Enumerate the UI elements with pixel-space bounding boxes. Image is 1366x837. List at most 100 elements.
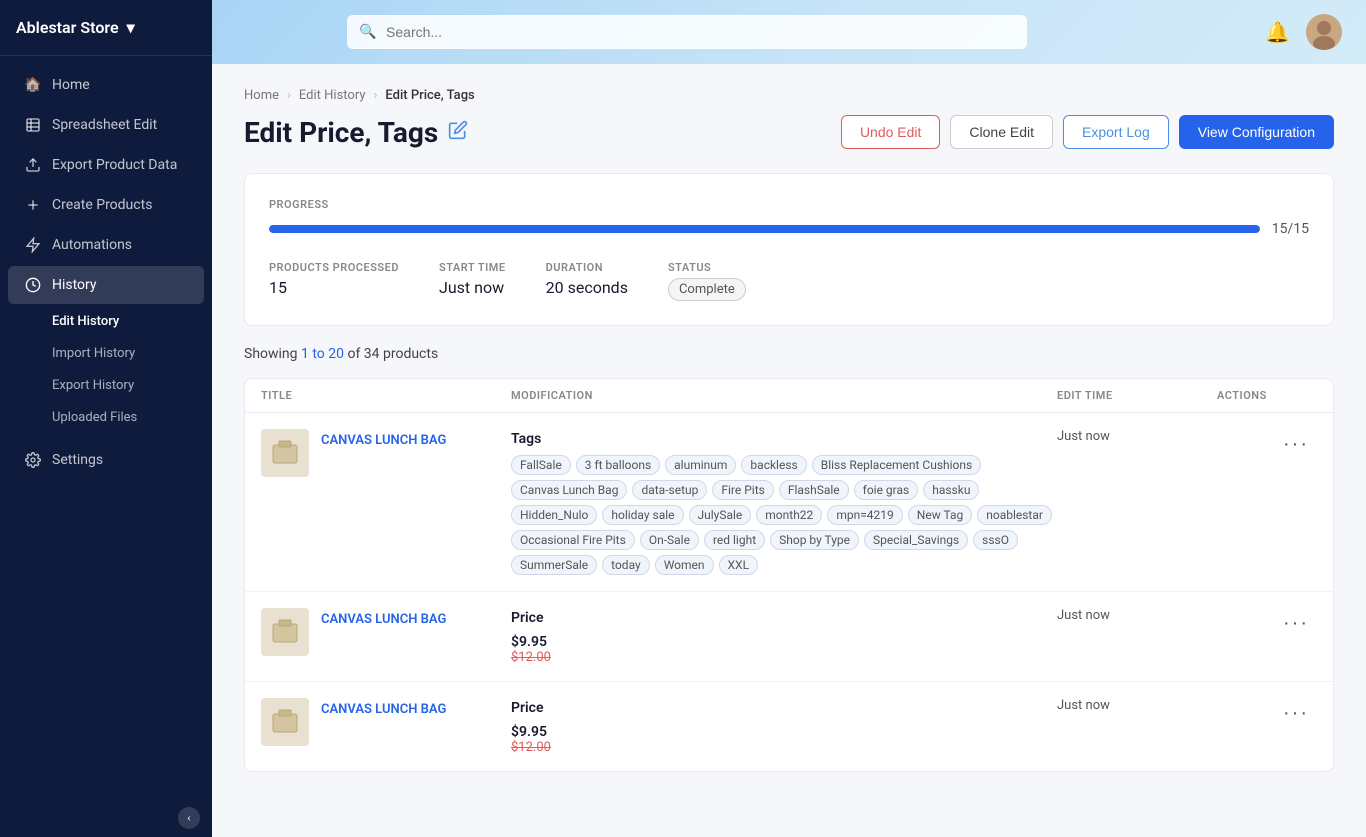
row-actions-button-2[interactable]: ···	[1275, 608, 1317, 639]
tag: Shop by Type	[770, 530, 859, 550]
search-input[interactable]	[347, 15, 1027, 49]
col-modification: MODIFICATION	[511, 389, 1057, 402]
home-icon: 🏠	[24, 76, 42, 94]
mod-section-2: Price $9.95 $12.00	[511, 608, 1057, 665]
stat-duration: DURATION 20 seconds	[546, 261, 628, 301]
breadcrumb-home[interactable]: Home	[244, 88, 279, 103]
brand-chevron: ▾	[127, 18, 135, 37]
product-cell-1: CANVAS LUNCH BAG	[261, 429, 511, 477]
page-header: Edit Price, Tags Undo Edit Clone Edit Ex…	[244, 115, 1334, 149]
sidebar-item-label-export: Export Product Data	[52, 157, 177, 173]
brand[interactable]: Ablestar Store ▾	[0, 0, 212, 56]
tag: backless	[741, 455, 806, 475]
export-log-button[interactable]: Export Log	[1063, 115, 1169, 149]
sidebar-nav: 🏠 Home Spreadsheet Edit Export Product D…	[0, 56, 212, 799]
sidebar-item-label-spreadsheet: Spreadsheet Edit	[52, 117, 157, 133]
product-image-1	[261, 429, 309, 477]
edit-pencil-icon[interactable]	[448, 120, 468, 145]
mod-section-3: Price $9.95 $12.00	[511, 698, 1057, 755]
clone-edit-button[interactable]: Clone Edit	[950, 115, 1053, 149]
tag: Special_Savings	[864, 530, 968, 550]
stat-status: STATUS Complete	[668, 261, 746, 301]
sidebar-sub-item-export-history[interactable]: Export History	[8, 370, 204, 401]
row-actions-button-3[interactable]: ···	[1275, 698, 1317, 729]
product-name-1[interactable]: CANVAS LUNCH BAG	[321, 433, 446, 448]
price-new-2: $9.95	[511, 634, 1057, 650]
sidebar-sub-item-import-history[interactable]: Import History	[8, 338, 204, 369]
automations-icon	[24, 236, 42, 254]
tag: XXL	[719, 555, 759, 575]
progress-card: PROGRESS 15/15 PRODUCTS PROCESSED 15 STA…	[244, 173, 1334, 326]
tag: Canvas Lunch Bag	[511, 480, 627, 500]
tag: Bliss Replacement Cushions	[812, 455, 982, 475]
tag: On-Sale	[640, 530, 699, 550]
sidebar-item-settings[interactable]: Settings	[8, 441, 204, 479]
create-icon	[24, 196, 42, 214]
content: Home › Edit History › Edit Price, Tags E…	[212, 64, 1366, 837]
tag: Hidden_Nulo	[511, 505, 597, 525]
sidebar-sub-item-uploaded-files[interactable]: Uploaded Files	[8, 402, 204, 433]
undo-edit-button[interactable]: Undo Edit	[841, 115, 940, 149]
tags-wrap-1: FallSale3 ft balloonsaluminumbacklessBli…	[511, 455, 1057, 575]
showing-range[interactable]: 1 to 20	[301, 346, 344, 362]
edit-time-3: Just now	[1057, 698, 1217, 713]
product-name-3[interactable]: CANVAS LUNCH BAG	[321, 702, 446, 717]
tag: New Tag	[908, 505, 972, 525]
search-bar: 🔍	[347, 15, 1027, 49]
breadcrumb-sep-1: ›	[287, 88, 291, 103]
sidebar-item-home[interactable]: 🏠 Home	[8, 66, 204, 104]
sidebar-item-label-settings: Settings	[52, 452, 103, 468]
sidebar-item-spreadsheet-edit[interactable]: Spreadsheet Edit	[8, 106, 204, 144]
tag: red light	[704, 530, 765, 550]
tag: JulySale	[689, 505, 752, 525]
sidebar-item-label-home: Home	[52, 77, 90, 93]
tag: Fire Pits	[712, 480, 773, 500]
sidebar-item-label-create: Create Products	[52, 197, 152, 213]
row-actions-button-1[interactable]: ···	[1275, 429, 1317, 460]
sidebar-item-label-history: History	[52, 277, 97, 293]
product-cell-2: CANVAS LUNCH BAG	[261, 608, 511, 656]
sidebar-item-create-products[interactable]: Create Products	[8, 186, 204, 224]
price-old-2: $12.00	[511, 650, 1057, 665]
header-actions: Undo Edit Clone Edit Export Log View Con…	[841, 115, 1334, 149]
history-icon	[24, 276, 42, 294]
table-row: CANVAS LUNCH BAG Tags FallSale3 ft ballo…	[245, 413, 1333, 592]
tag: noablestar	[977, 505, 1052, 525]
sidebar-collapse-area: ‹	[0, 799, 212, 837]
edit-time-1: Just now	[1057, 429, 1217, 444]
table-row: CANVAS LUNCH BAG Price $9.95 $12.00 Just…	[245, 592, 1333, 682]
col-title: TITLE	[261, 389, 511, 402]
actions-cell-2: ···	[1217, 608, 1317, 639]
actions-cell-3: ···	[1217, 698, 1317, 729]
actions-cell-1: ···	[1217, 429, 1317, 460]
sidebar-item-automations[interactable]: Automations	[8, 226, 204, 264]
col-actions: ACTIONS	[1217, 389, 1317, 402]
sidebar-sub-item-edit-history[interactable]: Edit History	[8, 306, 204, 337]
avatar[interactable]	[1306, 14, 1342, 50]
view-configuration-button[interactable]: View Configuration	[1179, 115, 1334, 149]
product-name-2[interactable]: CANVAS LUNCH BAG	[321, 612, 446, 627]
sidebar-collapse-button[interactable]: ‹	[178, 807, 200, 829]
sidebar-item-history[interactable]: History	[8, 266, 204, 304]
table-row: CANVAS LUNCH BAG Price $9.95 $12.00 Just…	[245, 682, 1333, 771]
tag: mpn=4219	[827, 505, 902, 525]
stat-label-products: PRODUCTS PROCESSED	[269, 261, 399, 274]
breadcrumb-edit-history[interactable]: Edit History	[299, 88, 366, 103]
sidebar: Ablestar Store ▾ 🏠 Home Spreadsheet Edit…	[0, 0, 212, 837]
table-header: TITLE MODIFICATION EDIT TIME ACTIONS	[245, 379, 1333, 413]
sidebar-item-export-product[interactable]: Export Product Data	[8, 146, 204, 184]
breadcrumb-current: Edit Price, Tags	[385, 88, 474, 103]
showing-text: Showing 1 to 20 of 34 products	[244, 346, 1334, 362]
tag: SummerSale	[511, 555, 597, 575]
breadcrumb: Home › Edit History › Edit Price, Tags	[244, 88, 1334, 103]
tag: holiday sale	[602, 505, 683, 525]
mod-type-3: Price	[511, 700, 1057, 716]
tag: foie gras	[854, 480, 919, 500]
showing-prefix: Showing	[244, 346, 301, 362]
stat-products-processed: PRODUCTS PROCESSED 15	[269, 261, 399, 301]
progress-count: 15/15	[1272, 221, 1309, 237]
bell-icon[interactable]: 🔔	[1265, 20, 1290, 44]
mod-section-1: Tags FallSale3 ft balloonsaluminumbackle…	[511, 429, 1057, 575]
tag: Occasional Fire Pits	[511, 530, 635, 550]
stat-value-products: 15	[269, 278, 399, 297]
